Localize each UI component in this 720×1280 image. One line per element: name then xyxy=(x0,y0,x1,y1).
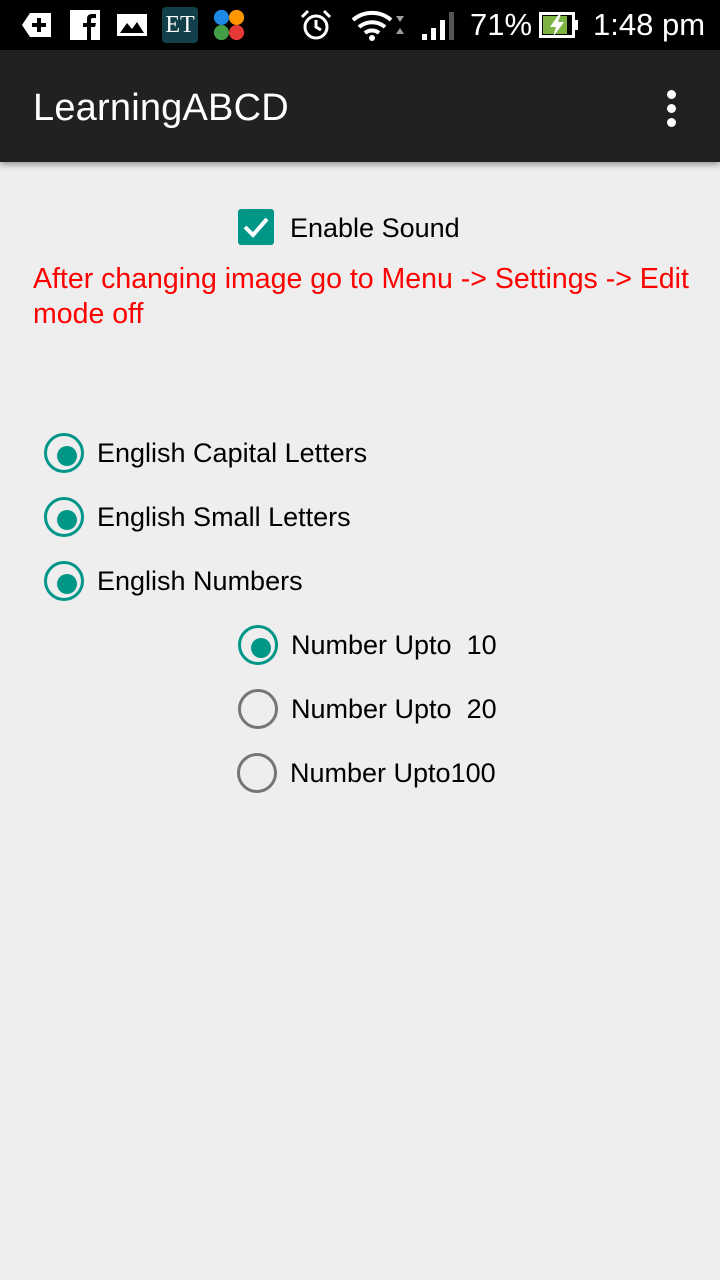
radio-checked-icon[interactable] xyxy=(44,433,84,473)
edit-mode-note: After changing image go to Menu -> Setti… xyxy=(33,263,689,330)
wifi-icon xyxy=(351,10,404,41)
signal-icon xyxy=(422,12,454,40)
add-icon xyxy=(22,13,51,37)
option-label: English Numbers xyxy=(97,566,303,596)
option-label: English Small Letters xyxy=(97,502,351,532)
facebook-icon xyxy=(70,10,100,40)
alarm-icon xyxy=(300,9,332,40)
option-label: English Capital Letters xyxy=(97,438,368,468)
app-title: LearningABCD xyxy=(33,87,289,129)
radio-unchecked-icon[interactable] xyxy=(237,753,277,793)
option-label: Number Upto 10 xyxy=(291,630,497,660)
more-vert-icon[interactable] xyxy=(650,80,694,136)
status-bar: ET 71% 1:48 pm xyxy=(0,0,720,50)
radio-checked-icon[interactable] xyxy=(44,561,84,601)
radio-checked-icon[interactable] xyxy=(238,625,278,665)
option-label: Number Upto100 xyxy=(290,758,496,788)
radio-unchecked-icon[interactable] xyxy=(238,689,278,729)
enable-sound-label: Enable Sound xyxy=(290,213,460,243)
gallery-icon xyxy=(117,14,147,36)
colorful-app-icon xyxy=(213,9,245,41)
app-bar: LearningABCD xyxy=(0,50,720,162)
battery-charging-icon xyxy=(539,12,578,38)
clock: 1:48 pm xyxy=(593,7,706,42)
radio-checked-icon[interactable] xyxy=(44,497,84,537)
checkbox-checked-icon[interactable] xyxy=(238,209,274,245)
et-app-label: ET xyxy=(165,12,195,38)
et-app-icon: ET xyxy=(162,7,198,43)
battery-percent: 71% xyxy=(470,7,533,42)
option-label: Number Upto 20 xyxy=(291,694,497,724)
